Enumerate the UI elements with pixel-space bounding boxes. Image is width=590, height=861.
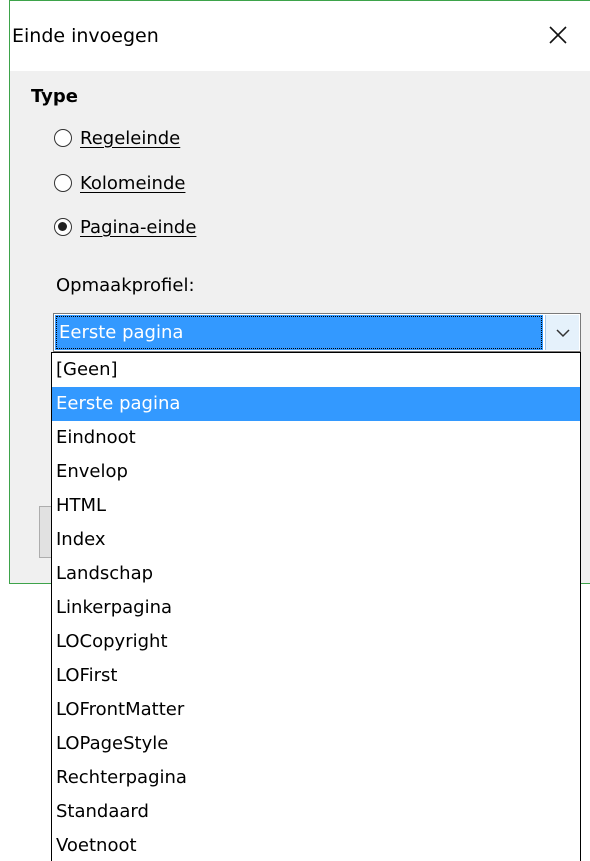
dropdown-option[interactable]: Landschap <box>52 557 580 591</box>
dropdown-option[interactable]: Rechterpagina <box>52 761 580 795</box>
dropdown-option[interactable]: LOFrontMatter <box>52 693 580 727</box>
dropdown-option[interactable]: Voetnoot <box>52 829 580 861</box>
dropdown-option[interactable]: LOCopyright <box>52 625 580 659</box>
type-section-title: Type <box>31 86 78 107</box>
style-combobox-value[interactable]: Eerste pagina <box>55 315 543 350</box>
close-icon <box>549 26 567 44</box>
radio-button[interactable] <box>54 129 72 147</box>
radio-label[interactable]: Pagina-einde <box>80 217 196 238</box>
radio-button[interactable] <box>54 174 72 192</box>
radio-label[interactable]: Kolomeinde <box>80 173 185 194</box>
dropdown-option[interactable]: Eindnoot <box>52 421 580 455</box>
combobox-dropdown-button[interactable] <box>545 315 579 350</box>
screen: Einde invoegen Type Regeleinde Kolomeind… <box>0 0 590 861</box>
dropdown-option[interactable]: Standaard <box>52 795 580 829</box>
radio-page-break[interactable]: Pagina-einde <box>54 212 196 242</box>
dropdown-option-selected[interactable]: Eerste pagina <box>52 387 580 421</box>
dropdown-option[interactable]: Linkerpagina <box>52 591 580 625</box>
dropdown-option[interactable]: [Geen] <box>52 353 580 387</box>
dropdown-option[interactable]: LOPageStyle <box>52 727 580 761</box>
dropdown-option[interactable]: Index <box>52 523 580 557</box>
dropdown-option[interactable]: LOFirst <box>52 659 580 693</box>
dropdown-option[interactable]: HTML <box>52 489 580 523</box>
radio-column-break[interactable]: Kolomeinde <box>54 168 185 198</box>
style-dropdown-list[interactable]: [Geen] Eerste pagina Eindnoot Envelop HT… <box>51 352 581 861</box>
style-combobox[interactable]: Eerste pagina <box>53 313 581 352</box>
style-field-label: Opmaakprofiel: <box>56 275 195 296</box>
radio-button-checked[interactable] <box>54 218 72 236</box>
dialog-title: Einde invoegen <box>12 25 159 47</box>
chevron-down-icon <box>555 328 570 337</box>
dropdown-option[interactable]: Envelop <box>52 455 580 489</box>
close-button[interactable] <box>536 15 580 55</box>
radio-line-break[interactable]: Regeleinde <box>54 123 180 153</box>
radio-label[interactable]: Regeleinde <box>80 128 180 149</box>
title-bar: Einde invoegen <box>10 1 590 71</box>
